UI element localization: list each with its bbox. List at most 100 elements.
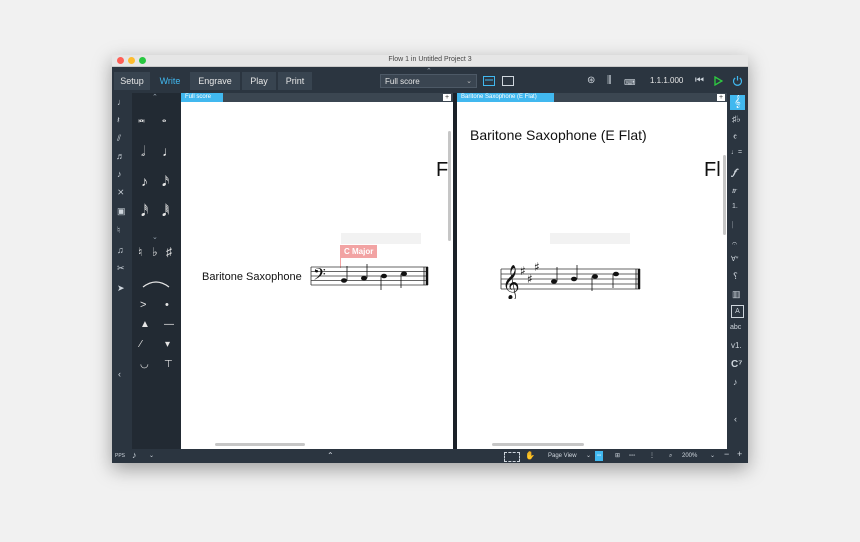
video-icon[interactable]: ⊛ [587, 75, 595, 86]
zoom-icon[interactable]: ⌕ [669, 451, 672, 461]
lyrics-icon[interactable]: abc [730, 324, 741, 331]
vertical-scrollbar[interactable] [448, 131, 451, 241]
collapse-right-panel-icon[interactable]: ‹ [734, 414, 737, 424]
mixer-icon[interactable]: ⫼ [607, 75, 612, 86]
add-tab-icon[interactable]: + [717, 94, 725, 101]
score-pane-part[interactable]: Baritone Saxophone (E Flat) + Baritone S… [457, 93, 727, 449]
natural-icon[interactable]: ♮ [138, 245, 142, 259]
svg-text:♯: ♯ [534, 260, 540, 274]
flat-icon[interactable]: ♭ [152, 245, 158, 259]
zoom-level-select[interactable]: 200% [682, 451, 697, 461]
eighth-note-icon[interactable]: ♪ [141, 173, 148, 189]
insert-mode-icon[interactable]: ♮ [117, 225, 120, 236]
half-note-icon[interactable]: 𝅗𝅥 [141, 143, 145, 160]
key-signature-icon[interactable]: ♯♭ [732, 114, 741, 125]
single-pages-vertical-icon[interactable]: ⋮ [649, 451, 655, 461]
zoom-out-button[interactable]: − [724, 449, 729, 459]
tempo-icon[interactable]: ♩= [731, 149, 742, 156]
galley-view-icon[interactable] [483, 76, 495, 86]
thirty-second-note-icon[interactable]: 𝅘𝅥𝅰 [141, 203, 148, 220]
main-toolbar: Setup Write Engrave Play Print ⌃ Full sc… [112, 67, 748, 93]
selection-arrow-icon[interactable]: ➤ [117, 283, 125, 294]
view-mode-select[interactable]: Page View [548, 451, 577, 461]
mode-engrave-tab[interactable]: Engrave [190, 72, 240, 90]
mode-write-tab[interactable]: Write [152, 72, 188, 90]
accent-icon[interactable]: > [140, 299, 146, 311]
cross-staff-icon[interactable]: ⨯ [117, 187, 125, 198]
keyboard-icon[interactable]: ⌨ [624, 78, 636, 87]
mode-play-tab[interactable]: Play [242, 72, 276, 90]
scissors-icon[interactable]: ✂ [117, 263, 125, 274]
quarter-note-icon[interactable]: ♩ [162, 143, 176, 159]
chevron-down-icon[interactable]: ⌄ [586, 451, 591, 461]
chord-input-icon[interactable]: ♫ [117, 245, 124, 255]
power-icon[interactable] [732, 75, 743, 86]
tab-baritone-sax-part[interactable]: Baritone Saxophone (E Flat) [457, 93, 554, 102]
layout-selector[interactable]: Full score ⌄ [380, 74, 477, 88]
rewind-to-start-icon[interactable]: ⏮ [695, 75, 704, 86]
slur-icon[interactable] [142, 279, 170, 289]
tie-icon[interactable]: ◡ [140, 359, 149, 370]
text-frame-icon[interactable]: A [731, 305, 744, 318]
tab-full-score[interactable]: Full score [181, 93, 223, 102]
note-value-icon[interactable]: ♪ [132, 450, 137, 460]
sixteenth-note-icon[interactable]: 𝅘𝅥𝅯 [162, 173, 169, 190]
tenuto-staccato-icon[interactable]: ⊤ [164, 359, 173, 370]
spreads-grid-icon[interactable]: ⊞ [615, 451, 620, 461]
grace-note-icon[interactable]: ♪ [117, 169, 122, 179]
repeat-endings-icon[interactable]: 1. [732, 203, 738, 210]
zoom-in-button[interactable]: + [737, 449, 742, 459]
collapse-left-panel-icon[interactable]: ‹ [118, 369, 121, 379]
hand-tool-icon[interactable]: ✋ [525, 451, 535, 461]
fermata-icon[interactable]: 𝄐 [732, 238, 737, 249]
score-pane-full-score[interactable]: Full score + F Baritone Saxophone C Majo… [181, 93, 453, 449]
horizontal-scrollbar[interactable] [492, 443, 584, 446]
page-cutoff-text: F [436, 159, 449, 181]
dynamics-icon[interactable]: 𝆑 [733, 167, 736, 178]
chevron-down-icon: ⌄ [466, 78, 472, 85]
note-input-icon[interactable]: ♩ [117, 97, 126, 107]
slash-icon[interactable]: ⫽ [117, 133, 121, 144]
whole-note-icon[interactable]: 𝅝 [162, 113, 166, 126]
ear-icon[interactable]: ⸮ [733, 271, 738, 282]
svg-text:𝄢: 𝄢 [313, 264, 326, 288]
play-icon[interactable] [714, 76, 723, 86]
horizontal-scrollbar[interactable] [215, 443, 305, 446]
sixty-fourth-note-icon[interactable]: 𝅘𝅥𝅱 [162, 203, 169, 220]
chord-symbols-icon[interactable]: C⁷ [731, 359, 742, 370]
stress-icon[interactable]: ⁄ [140, 339, 142, 350]
spreads-horizontal-icon[interactable]: ▫▫ [595, 451, 604, 461]
lock-duration-icon[interactable]: ▣ [117, 206, 126, 217]
staccatissimo-icon[interactable]: ▾ [165, 339, 170, 350]
playing-techniques-icon[interactable]: ∀ᐡ [731, 255, 739, 263]
staccato-icon[interactable]: • [165, 299, 169, 311]
marcato-icon[interactable]: ▲ [140, 319, 150, 330]
mode-print-tab[interactable]: Print [278, 72, 312, 90]
time-signature-icon[interactable]: 𝄴 [733, 132, 737, 143]
expand-lower-zone-icon[interactable]: ⌃ [327, 451, 334, 461]
verse-icon[interactable]: v1. [731, 341, 742, 350]
vertical-scrollbar[interactable] [723, 155, 726, 235]
sharp-icon[interactable]: ♯ [166, 245, 172, 259]
scroll-down-icon[interactable]: ⌄ [152, 233, 158, 241]
double-whole-note-icon[interactable]: 𝅜 [138, 111, 145, 126]
ornaments-icon[interactable]: 𝆖 [732, 185, 737, 196]
rest-icon[interactable]: 𝄽 [117, 115, 120, 126]
scroll-up-icon[interactable]: ⌃ [152, 93, 158, 101]
single-pages-horizontal-icon[interactable]: ▫▫▫ [629, 451, 635, 461]
mode-setup-tab[interactable]: Setup [114, 72, 150, 90]
bass-clef-staff[interactable]: 𝄢 [309, 263, 431, 293]
tuplet-icon[interactable]: ♬ [116, 151, 125, 161]
add-tab-icon[interactable]: + [443, 94, 451, 101]
chevron-down-icon[interactable]: ⌄ [149, 451, 154, 461]
chevron-down-icon[interactable]: ⌄ [710, 451, 715, 461]
page-view-icon[interactable] [502, 76, 514, 86]
clef-icon[interactable]: 𝄞 [730, 95, 745, 110]
fingering-icon[interactable]: ♪ [733, 377, 738, 387]
tenuto-icon[interactable]: — [164, 319, 174, 330]
key-signature-popover[interactable]: C Major [340, 245, 378, 258]
cues-icon[interactable]: ▥ [732, 289, 741, 300]
treble-clef-staff[interactable]: 𝄞 ♯♯♯ [499, 259, 643, 299]
selection-tool-icon[interactable] [504, 452, 520, 462]
notations-panel-toolbox: 𝄞 ♯♭ 𝄴 ♩= 𝆑 𝆖 1. 𝄀 𝄐 ∀ᐡ ⸮ ▥ A abc v1. C⁷… [727, 93, 748, 449]
